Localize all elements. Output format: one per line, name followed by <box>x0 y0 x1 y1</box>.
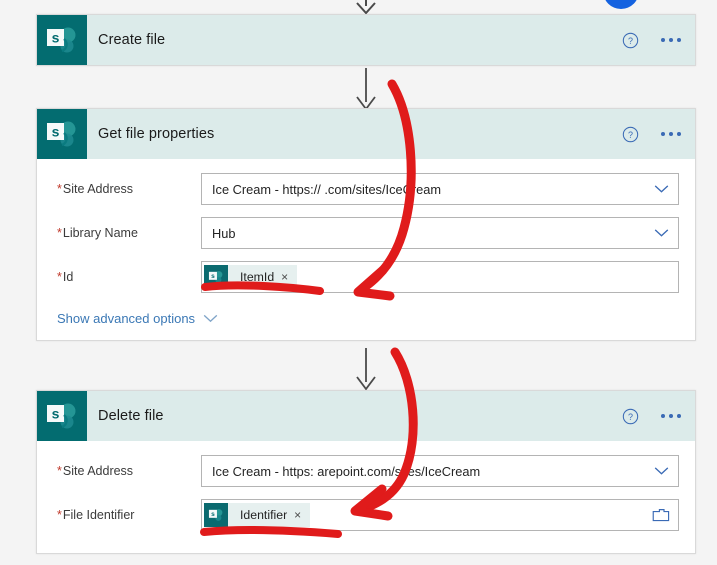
field-file-identifier: *File Identifier s Identifier × <box>53 499 679 531</box>
folder-browse-icon[interactable] <box>652 508 670 523</box>
token-label: ItemId <box>240 270 275 284</box>
card-header-actions: ? <box>622 391 681 441</box>
svg-text:s: s <box>52 124 60 140</box>
help-circle-icon[interactable]: ? <box>622 32 639 49</box>
card-body: *Site Address Ice Cream - https:// .com/… <box>37 159 695 340</box>
id-input[interactable]: s ItemId × <box>201 261 679 293</box>
card-header[interactable]: s Delete file ? <box>37 391 695 441</box>
action-card-create-file[interactable]: s Create file ? <box>36 14 696 66</box>
close-icon[interactable]: × <box>294 508 310 522</box>
show-advanced-options-label: Show advanced options <box>57 311 196 326</box>
flow-connector-arrow-1 <box>356 68 376 110</box>
sharepoint-icon: s <box>204 503 228 527</box>
token-label: Identifier <box>240 508 288 522</box>
chevron-down-icon[interactable] <box>654 185 669 194</box>
action-card-delete-file[interactable]: s Delete file ? *Site Address Ice Cream … <box>36 390 696 554</box>
svg-text:?: ? <box>628 411 633 421</box>
flow-designer-canvas: s Create file ? s Get file properties ? … <box>0 0 717 565</box>
svg-text:?: ? <box>628 35 633 45</box>
svg-text:s: s <box>52 30 60 46</box>
svg-text:s: s <box>211 511 215 518</box>
help-circle-icon[interactable]: ? <box>622 126 639 143</box>
site-address-dropdown[interactable]: Ice Cream - https: arepoint.com/sites/Ic… <box>201 455 679 487</box>
card-title: Delete file <box>98 408 164 424</box>
card-title: Create file <box>98 32 166 48</box>
chevron-down-icon[interactable] <box>654 229 669 238</box>
file-identifier-input[interactable]: s Identifier × <box>201 499 679 531</box>
card-header[interactable]: s Create file ? <box>37 15 695 65</box>
required-asterisk: * <box>57 464 62 478</box>
action-card-get-file-properties[interactable]: s Get file properties ? *Site Address Ic… <box>36 108 696 341</box>
dynamic-content-token[interactable]: s Identifier × <box>204 503 311 527</box>
sharepoint-icon: s <box>37 109 87 159</box>
required-asterisk: * <box>57 182 62 196</box>
svg-text:s: s <box>211 273 215 280</box>
sharepoint-icon: s <box>37 391 87 441</box>
card-header-actions: ? <box>622 15 681 65</box>
required-asterisk: * <box>57 270 62 284</box>
field-site-address: *Site Address Ice Cream - https: arepoin… <box>53 455 679 487</box>
ellipsis-icon[interactable] <box>661 38 681 42</box>
ellipsis-icon[interactable] <box>661 132 681 136</box>
required-asterisk: * <box>57 226 62 240</box>
help-circle-icon[interactable]: ? <box>622 408 639 425</box>
card-header[interactable]: s Get file properties ? <box>37 109 695 159</box>
flow-connector-arrow-2 <box>356 348 376 390</box>
card-header-actions: ? <box>622 109 681 159</box>
card-body: *Site Address Ice Cream - https: arepoin… <box>37 441 695 553</box>
field-site-address: *Site Address Ice Cream - https:// .com/… <box>53 173 679 205</box>
svg-text:?: ? <box>628 129 633 139</box>
site-address-dropdown[interactable]: Ice Cream - https:// .com/sites/IceCream <box>201 173 679 205</box>
field-library-name: *Library Name Hub <box>53 217 679 249</box>
required-asterisk: * <box>57 508 62 522</box>
site-address-value: Ice Cream - https:// .com/sites/IceCream <box>212 181 441 197</box>
card-title: Get file properties <box>98 126 215 142</box>
chevron-down-icon <box>203 314 218 323</box>
chevron-down-icon[interactable] <box>654 467 669 476</box>
field-label: *Site Address <box>57 464 134 478</box>
flow-connector-arrow-top <box>356 0 376 14</box>
blue-circle-marker <box>603 0 639 9</box>
field-id: *Id s ItemId × <box>53 261 679 293</box>
field-label: *Library Name <box>57 226 138 240</box>
dynamic-content-token[interactable]: s ItemId × <box>204 265 298 289</box>
sharepoint-icon: s <box>204 265 228 289</box>
library-name-value: Hub <box>212 225 236 241</box>
svg-text:s: s <box>52 406 60 422</box>
show-advanced-options-link[interactable]: Show advanced options <box>53 305 222 330</box>
library-name-dropdown[interactable]: Hub <box>201 217 679 249</box>
field-label: *Id <box>57 270 74 284</box>
site-address-value: Ice Cream - https: arepoint.com/sites/Ic… <box>212 463 481 479</box>
sharepoint-icon: s <box>37 15 87 65</box>
ellipsis-icon[interactable] <box>661 414 681 418</box>
field-label: *Site Address <box>57 182 134 196</box>
field-label: *File Identifier <box>57 508 135 522</box>
close-icon[interactable]: × <box>281 270 297 284</box>
